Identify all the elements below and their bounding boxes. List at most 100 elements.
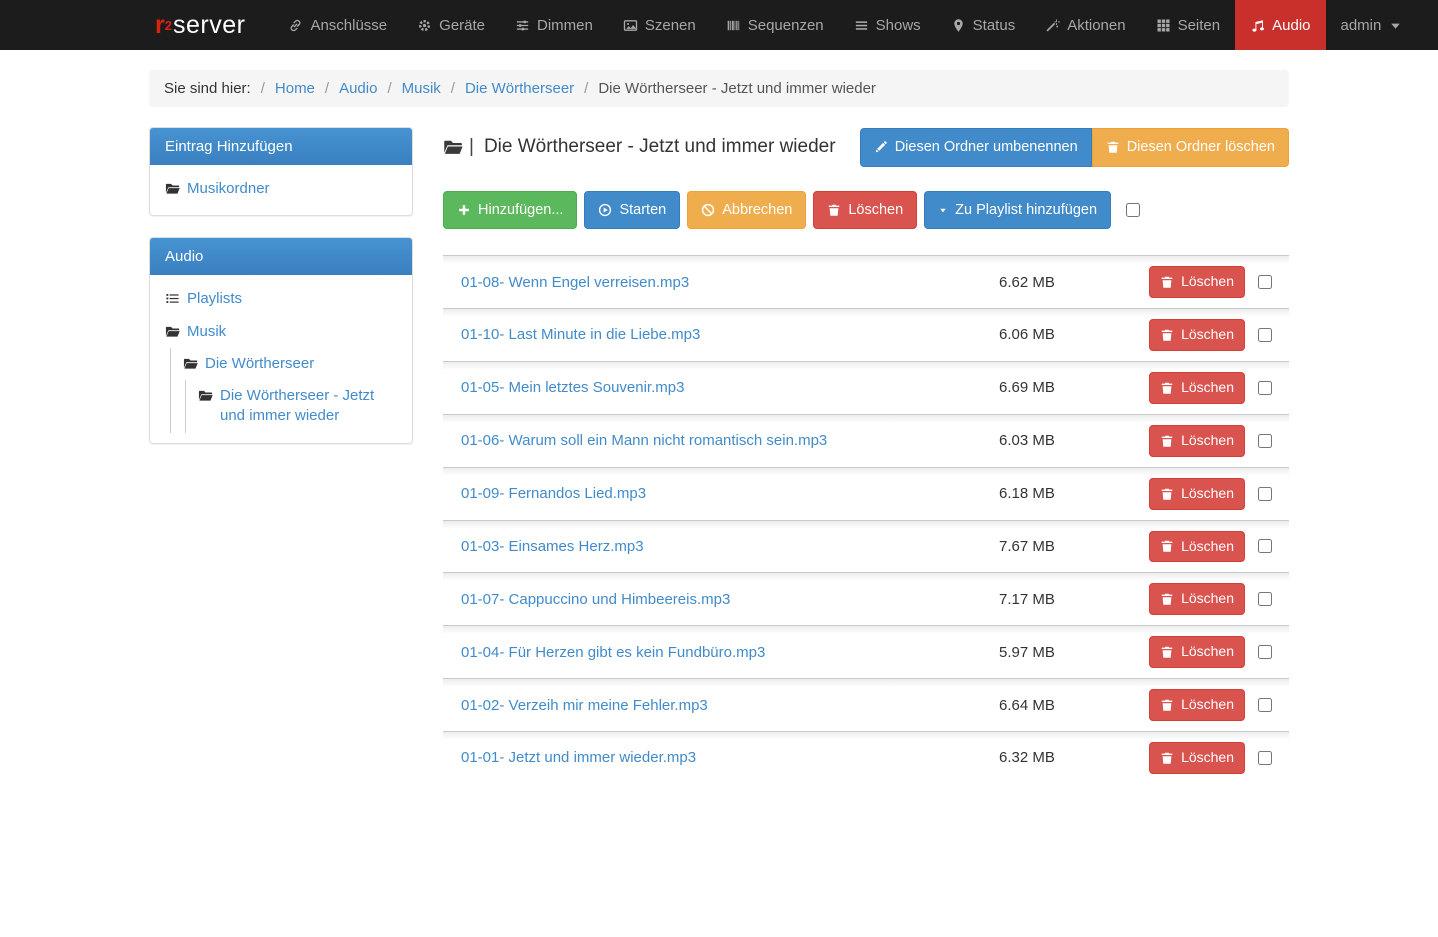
file-link[interactable]: 01-02- Verzeih mir meine Fehler.mp3 bbox=[461, 697, 999, 714]
add-file-label: Hinzufügen... bbox=[478, 200, 563, 221]
sidebar-item-playlists[interactable]: Playlists bbox=[150, 283, 412, 315]
add-file-button[interactable]: Hinzufügen... bbox=[443, 191, 577, 230]
trash-icon bbox=[1160, 487, 1174, 501]
trash-icon bbox=[1160, 592, 1174, 606]
gears-icon bbox=[417, 18, 432, 33]
nav-label: Shows bbox=[876, 17, 921, 34]
row-checkbox[interactable] bbox=[1258, 275, 1272, 289]
table-row: 01-10- Last Minute in die Liebe.mp3 6.06… bbox=[443, 308, 1289, 361]
breadcrumb-link-woertherseer[interactable]: Die Wörtherseer bbox=[465, 80, 574, 97]
file-link[interactable]: 01-04- Für Herzen gibt es kein Fundbüro.… bbox=[461, 644, 999, 661]
file-link[interactable]: 01-09- Fernandos Lied.mp3 bbox=[461, 485, 999, 502]
list-icon bbox=[165, 291, 180, 306]
row-delete-button[interactable]: Löschen bbox=[1149, 372, 1245, 404]
sidebar-item-musik[interactable]: Musik bbox=[150, 316, 412, 348]
row-delete-button[interactable]: Löschen bbox=[1149, 478, 1245, 510]
nav-link-status[interactable]: Status bbox=[936, 0, 1031, 50]
file-link[interactable]: 01-10- Last Minute in die Liebe.mp3 bbox=[461, 326, 999, 343]
nav-link-geraete[interactable]: Geräte bbox=[402, 0, 500, 50]
start-label: Starten bbox=[619, 200, 666, 221]
breadcrumb-link-audio[interactable]: Audio bbox=[339, 80, 377, 97]
row-delete-button[interactable]: Löschen bbox=[1149, 742, 1245, 774]
cancel-button[interactable]: Abbrechen bbox=[687, 191, 806, 230]
breadcrumb-separator: / bbox=[325, 80, 329, 97]
row-delete-button[interactable]: Löschen bbox=[1149, 425, 1245, 457]
row-checkbox[interactable] bbox=[1258, 645, 1272, 659]
row-checkbox[interactable] bbox=[1258, 592, 1272, 606]
file-link[interactable]: 01-08- Wenn Engel verreisen.mp3 bbox=[461, 274, 999, 291]
row-checkbox[interactable] bbox=[1258, 381, 1272, 395]
folder-open-icon bbox=[183, 356, 198, 371]
rename-folder-button[interactable]: Diesen Ordner umbenennen bbox=[860, 128, 1092, 167]
nav-link-anschluesse[interactable]: Anschlüsse bbox=[273, 0, 402, 50]
caret-down-icon bbox=[938, 205, 948, 215]
file-size: 6.06 MB bbox=[999, 326, 1149, 343]
row-checkbox[interactable] bbox=[1258, 487, 1272, 501]
breadcrumb-current: Die Wörtherseer - Jetzt und immer wieder bbox=[598, 80, 876, 97]
nav-item-seiten: Seiten bbox=[1141, 0, 1236, 50]
user-menu[interactable]: admin bbox=[1326, 0, 1419, 50]
breadcrumb-prefix: Sie sind hier: bbox=[164, 80, 251, 97]
select-all-checkbox[interactable] bbox=[1126, 203, 1140, 217]
file-link[interactable]: 01-07- Cappuccino und Himbeereis.mp3 bbox=[461, 591, 999, 608]
start-button[interactable]: Starten bbox=[584, 191, 680, 230]
nav-link-seiten[interactable]: Seiten bbox=[1141, 0, 1236, 50]
delete-selected-label: Löschen bbox=[848, 200, 903, 221]
file-size: 5.97 MB bbox=[999, 644, 1149, 661]
play-circle-icon bbox=[598, 203, 612, 217]
nav-link-audio[interactable]: Audio bbox=[1235, 0, 1325, 50]
row-delete-button[interactable]: Löschen bbox=[1149, 319, 1245, 351]
breadcrumb-separator: / bbox=[584, 80, 588, 97]
file-link[interactable]: 01-06- Warum soll ein Mann nicht romanti… bbox=[461, 432, 999, 449]
row-checkbox[interactable] bbox=[1258, 751, 1272, 765]
delete-selected-button[interactable]: Löschen bbox=[813, 191, 917, 230]
brand-logo[interactable]: r2server bbox=[149, 0, 251, 50]
nav-link-dimmen[interactable]: Dimmen bbox=[500, 0, 608, 50]
plus-icon bbox=[457, 203, 471, 217]
breadcrumb-separator: / bbox=[261, 80, 265, 97]
breadcrumb-link-musik[interactable]: Musik bbox=[402, 80, 441, 97]
row-delete-button[interactable]: Löschen bbox=[1149, 583, 1245, 615]
row-delete-button[interactable]: Löschen bbox=[1149, 689, 1245, 721]
cancel-label: Abbrechen bbox=[722, 200, 792, 221]
file-size: 6.64 MB bbox=[999, 697, 1149, 714]
row-delete-label: Löschen bbox=[1181, 484, 1234, 504]
table-row: 01-07- Cappuccino und Himbeereis.mp3 7.1… bbox=[443, 572, 1289, 625]
nav-item-audio: Audio bbox=[1235, 0, 1325, 50]
row-checkbox[interactable] bbox=[1258, 539, 1272, 553]
row-delete-button[interactable]: Löschen bbox=[1149, 266, 1245, 298]
file-link[interactable]: 01-03- Einsames Herz.mp3 bbox=[461, 538, 999, 555]
table-row: 01-09- Fernandos Lied.mp3 6.18 MB Lösche… bbox=[443, 467, 1289, 520]
nav-item-dimmen: Dimmen bbox=[500, 0, 608, 50]
main-nav: Anschlüsse Geräte Dimmen Szenen Sequenze… bbox=[273, 0, 1418, 50]
file-link[interactable]: 01-01- Jetzt und immer wieder.mp3 bbox=[461, 749, 999, 766]
row-delete-label: Löschen bbox=[1181, 589, 1234, 609]
table-row: 01-06- Warum soll ein Mann nicht romanti… bbox=[443, 414, 1289, 467]
trash-icon bbox=[1160, 645, 1174, 659]
nav-item-szenen: Szenen bbox=[608, 0, 711, 50]
file-link[interactable]: 01-05- Mein letztes Souvenir.mp3 bbox=[461, 379, 999, 396]
nav-link-shows[interactable]: Shows bbox=[839, 0, 936, 50]
delete-folder-button[interactable]: Diesen Ordner löschen bbox=[1092, 128, 1289, 167]
sidebar-item-current-folder[interactable]: Die Wörtherseer - Jetzt und immer wieder bbox=[186, 380, 412, 433]
breadcrumb-link-home[interactable]: Home bbox=[275, 80, 315, 97]
row-checkbox[interactable] bbox=[1258, 328, 1272, 342]
table-row: 01-03- Einsames Herz.mp3 7.67 MB Löschen bbox=[443, 520, 1289, 573]
row-checkbox[interactable] bbox=[1258, 698, 1272, 712]
row-delete-button[interactable]: Löschen bbox=[1149, 531, 1245, 563]
row-delete-button[interactable]: Löschen bbox=[1149, 636, 1245, 668]
add-entry-panel: Eintrag Hinzufügen Musikordner bbox=[149, 127, 413, 216]
row-delete-label: Löschen bbox=[1181, 431, 1234, 451]
sidebar-item-woertherseer[interactable]: Die Wörtherseer bbox=[171, 348, 412, 380]
sidebar-item-musikordner[interactable]: Musikordner bbox=[150, 173, 412, 205]
breadcrumb-separator: / bbox=[451, 80, 455, 97]
sidebar-item-label: Die Wörtherseer - Jetzt und immer wieder bbox=[220, 386, 397, 427]
folder-actions-group: Diesen Ordner umbenennen Diesen Ordner l… bbox=[860, 128, 1289, 167]
nav-link-sequenzen[interactable]: Sequenzen bbox=[711, 0, 839, 50]
add-to-playlist-button[interactable]: Zu Playlist hinzufügen bbox=[924, 191, 1111, 230]
nav-link-aktionen[interactable]: Aktionen bbox=[1030, 0, 1140, 50]
user-name: admin bbox=[1341, 17, 1382, 34]
nav-link-szenen[interactable]: Szenen bbox=[608, 0, 711, 50]
row-checkbox[interactable] bbox=[1258, 434, 1272, 448]
file-size: 7.17 MB bbox=[999, 591, 1149, 608]
